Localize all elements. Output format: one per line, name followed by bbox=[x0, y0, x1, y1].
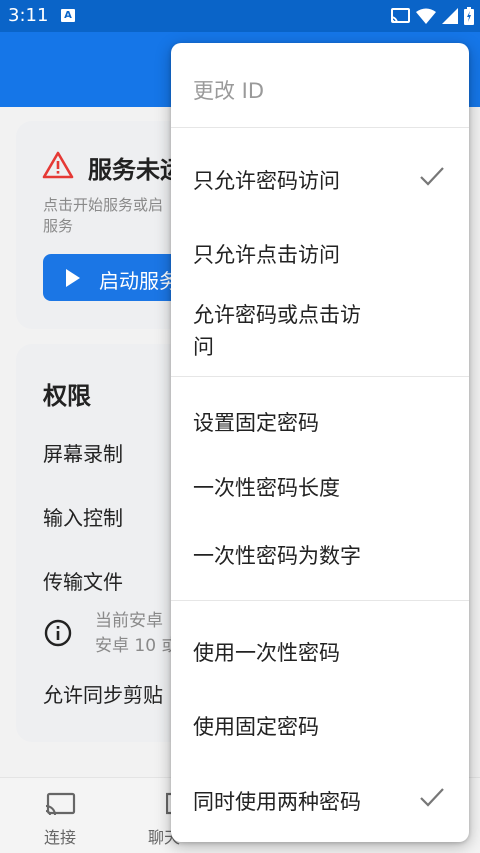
cast-icon bbox=[390, 8, 410, 24]
wifi-icon bbox=[416, 8, 436, 24]
info-icon bbox=[44, 619, 72, 647]
menu-divider bbox=[171, 600, 469, 601]
status-bar: 3:11 A bbox=[0, 0, 480, 32]
permission-clipboard-sync[interactable]: 允许同步剪贴 bbox=[43, 679, 163, 708]
menu-password-or-click[interactable]: 允许密码或点击访 问 bbox=[193, 299, 361, 363]
info-line1: 当前安卓 bbox=[95, 611, 163, 631]
start-service-label: 启动服务 bbox=[99, 269, 179, 293]
permission-file-transfer[interactable]: 传输文件 bbox=[43, 566, 123, 595]
menu-set-fixed-password[interactable]: 设置固定密码 bbox=[193, 407, 319, 437]
menu-use-both[interactable]: 同时使用两种密码 bbox=[193, 786, 361, 816]
status-time: 3:11 bbox=[8, 5, 49, 26]
menu-password-only[interactable]: 只允许密码访问 bbox=[193, 165, 340, 195]
service-description: 点击开始服务或启 服务 bbox=[43, 195, 173, 237]
permission-input-control[interactable]: 输入控制 bbox=[43, 502, 123, 531]
permissions-title: 权限 bbox=[43, 382, 91, 410]
menu-change-id[interactable]: 更改 ID bbox=[193, 75, 264, 105]
service-desc-line2: 服务 bbox=[43, 217, 74, 235]
battery-icon bbox=[464, 7, 474, 25]
menu-otp-length[interactable]: 一次性密码长度 bbox=[193, 472, 340, 502]
menu-click-only[interactable]: 只允许点击访问 bbox=[193, 239, 340, 269]
signal-icon bbox=[442, 8, 458, 24]
menu-use-otp[interactable]: 使用一次性密码 bbox=[193, 637, 340, 667]
options-menu: 更改 ID 只允许密码访问 只允许点击访问 允许密码或点击访 问 设置固定密码 … bbox=[171, 43, 469, 842]
nav-connect-label: 连接 bbox=[44, 828, 77, 847]
menu-password-or-click-line2: 问 bbox=[193, 335, 214, 359]
permission-screen-record[interactable]: 屏幕录制 bbox=[43, 438, 123, 467]
status-icons bbox=[390, 6, 474, 26]
info-line2: 安卓 10 或 bbox=[95, 636, 179, 656]
cast-screen-icon bbox=[45, 792, 76, 816]
menu-divider bbox=[171, 127, 469, 128]
menu-use-fixed[interactable]: 使用固定密码 bbox=[193, 711, 319, 741]
notification-app-icon: A bbox=[61, 9, 75, 22]
menu-divider bbox=[171, 376, 469, 377]
check-icon bbox=[420, 167, 444, 186]
check-icon bbox=[420, 788, 444, 807]
service-desc-line1: 点击开始服务或启 bbox=[43, 196, 164, 214]
warning-icon bbox=[42, 151, 74, 179]
nav-connect[interactable]: 连接 bbox=[30, 778, 90, 853]
menu-otp-numeric[interactable]: 一次性密码为数字 bbox=[193, 540, 361, 570]
play-icon bbox=[66, 269, 80, 287]
menu-password-or-click-line1: 允许密码或点击访 bbox=[193, 303, 361, 327]
android-version-note: 当前安卓 安卓 10 或 bbox=[95, 609, 178, 659]
service-status-title: 服务未运 bbox=[88, 156, 184, 184]
